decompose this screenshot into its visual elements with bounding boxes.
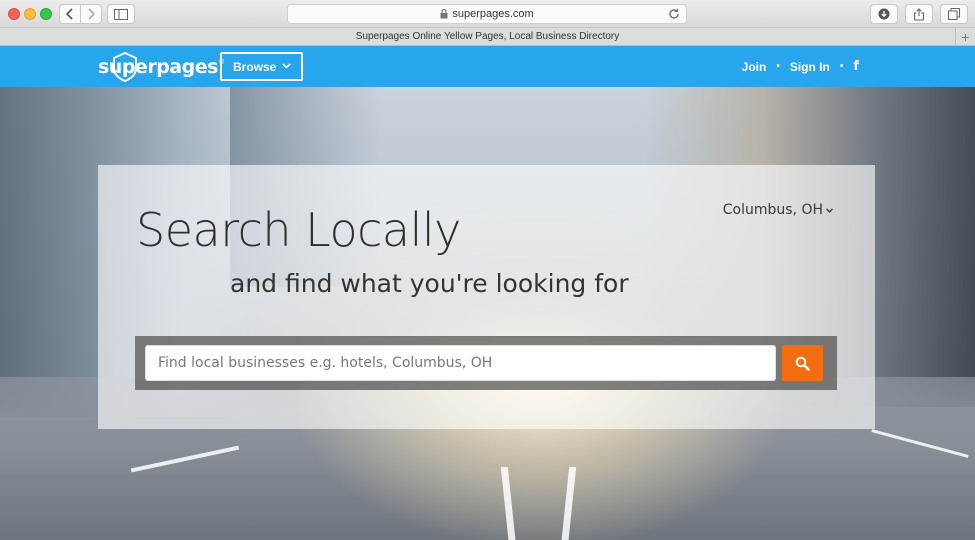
- join-link[interactable]: Join: [742, 60, 767, 74]
- address-bar[interactable]: superpages.com: [287, 4, 687, 24]
- page-subtitle: and find what you're looking for: [230, 269, 629, 298]
- logo-badge-icon: [113, 52, 137, 82]
- forward-button[interactable]: [80, 4, 102, 24]
- chevron-down-icon: [282, 63, 291, 69]
- browse-label: Browse: [233, 59, 277, 74]
- chevron-right-icon: [88, 8, 95, 20]
- download-icon: [878, 8, 890, 20]
- separator-dot: •: [839, 61, 844, 72]
- location-label: Columbus, OH: [722, 202, 823, 218]
- close-window-button[interactable]: [8, 8, 20, 20]
- share-button[interactable]: [905, 4, 933, 24]
- back-button[interactable]: [59, 4, 81, 24]
- browser-toolbar: superpages.com: [0, 0, 975, 28]
- search-input[interactable]: [145, 345, 776, 381]
- new-tab-button[interactable]: +: [955, 28, 975, 46]
- tab-bar: Superpages Online Yellow Pages, Local Bu…: [0, 28, 975, 46]
- tabs-icon: [948, 8, 960, 20]
- lock-icon: [440, 9, 448, 19]
- location-selector[interactable]: Columbus, OH: [723, 202, 833, 218]
- superpages-logo[interactable]: superpages ®: [98, 52, 224, 82]
- chevron-left-icon: [66, 8, 73, 20]
- facebook-icon[interactable]: f: [853, 59, 859, 74]
- downloads-button[interactable]: [870, 4, 898, 24]
- zoom-window-button[interactable]: [40, 8, 52, 20]
- hero-section: Search Locally and find what you're look…: [0, 87, 975, 540]
- browse-button[interactable]: Browse: [220, 52, 303, 81]
- caret-down-icon: [826, 207, 833, 213]
- minimize-window-button[interactable]: [24, 8, 36, 20]
- search-icon: [795, 356, 810, 371]
- sign-in-link[interactable]: Sign In: [790, 60, 830, 74]
- page-title: Search Locally: [136, 203, 461, 257]
- sidebar-toggle-button[interactable]: [107, 4, 135, 24]
- header-links: Join • Sign In • f: [742, 59, 859, 74]
- site-header: superpages ® Browse Join • Sign In • f: [0, 46, 975, 87]
- address-text: superpages.com: [452, 8, 534, 20]
- tab-title[interactable]: Superpages Online Yellow Pages, Local Bu…: [356, 31, 620, 42]
- show-tabs-button[interactable]: [940, 4, 968, 24]
- separator-dot: •: [776, 61, 780, 72]
- share-icon: [913, 7, 925, 21]
- sidebar-icon: [114, 8, 128, 20]
- search-button[interactable]: [782, 345, 823, 381]
- search-bar: [135, 336, 837, 390]
- reload-icon[interactable]: [668, 8, 680, 20]
- search-panel: Search Locally and find what you're look…: [98, 165, 875, 429]
